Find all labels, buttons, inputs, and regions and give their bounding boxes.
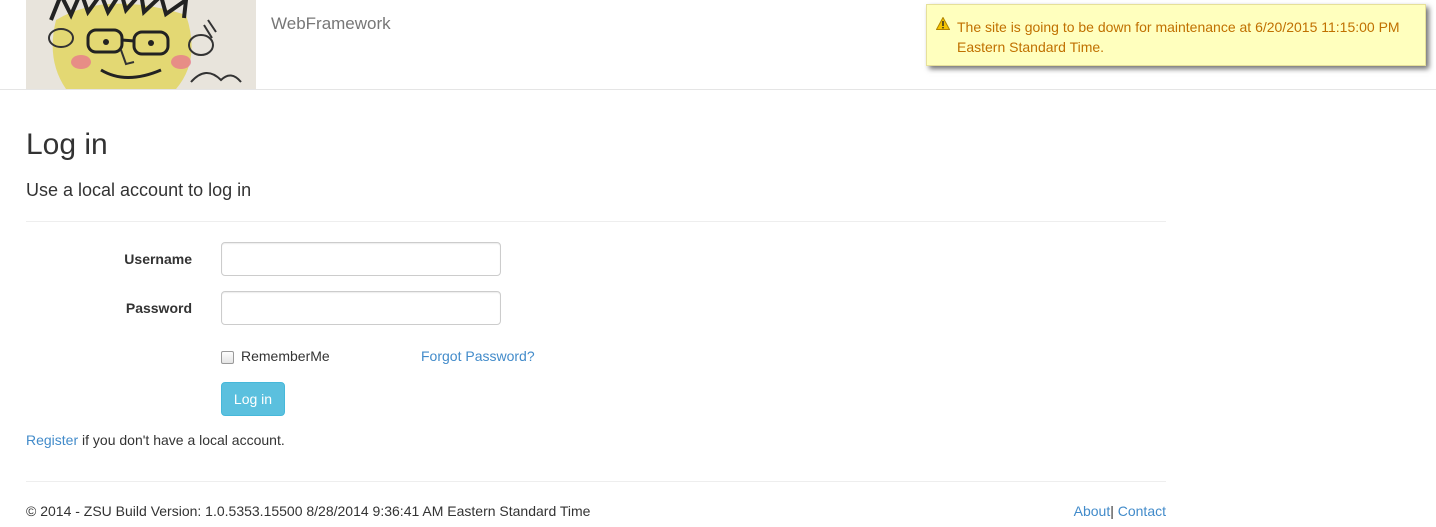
- alert-text: The site is going to be down for mainten…: [957, 19, 1400, 55]
- remember-me-label[interactable]: RememberMe: [241, 348, 330, 364]
- remember-me-checkbox[interactable]: [221, 351, 234, 364]
- register-prompt: Register if you don't have a local accou…: [26, 432, 285, 448]
- footer-separator: |: [1110, 503, 1118, 519]
- password-label: Password: [125, 300, 192, 316]
- contact-link[interactable]: Contact: [1118, 503, 1166, 519]
- register-link[interactable]: Register: [26, 432, 78, 448]
- username-input[interactable]: [221, 242, 501, 276]
- face-drawing-logo: [26, 0, 256, 89]
- footer-build-info: © 2014 - ZSU Build Version: 1.0.5353.155…: [26, 503, 591, 519]
- username-label: Username: [124, 251, 192, 267]
- page-subtitle: Use a local account to log in: [26, 180, 252, 200]
- maintenance-alert: The site is going to be down for mainten…: [926, 4, 1426, 66]
- login-button[interactable]: Log in: [221, 382, 285, 416]
- page-title: Log in: [26, 128, 108, 161]
- about-link[interactable]: About: [1074, 503, 1111, 519]
- logo-image[interactable]: [26, 0, 256, 89]
- footer-links: About| Contact: [1060, 503, 1166, 519]
- divider: [26, 221, 1166, 222]
- password-input[interactable]: [221, 291, 501, 325]
- navbar: WebFramework The site is going to be dow…: [0, 0, 1436, 90]
- brand-title[interactable]: WebFramework: [271, 14, 391, 34]
- footer-divider: [26, 481, 1166, 482]
- forgot-password-link[interactable]: Forgot Password?: [421, 348, 535, 364]
- register-text: if you don't have a local account.: [78, 432, 285, 448]
- warning-icon: [936, 17, 950, 30]
